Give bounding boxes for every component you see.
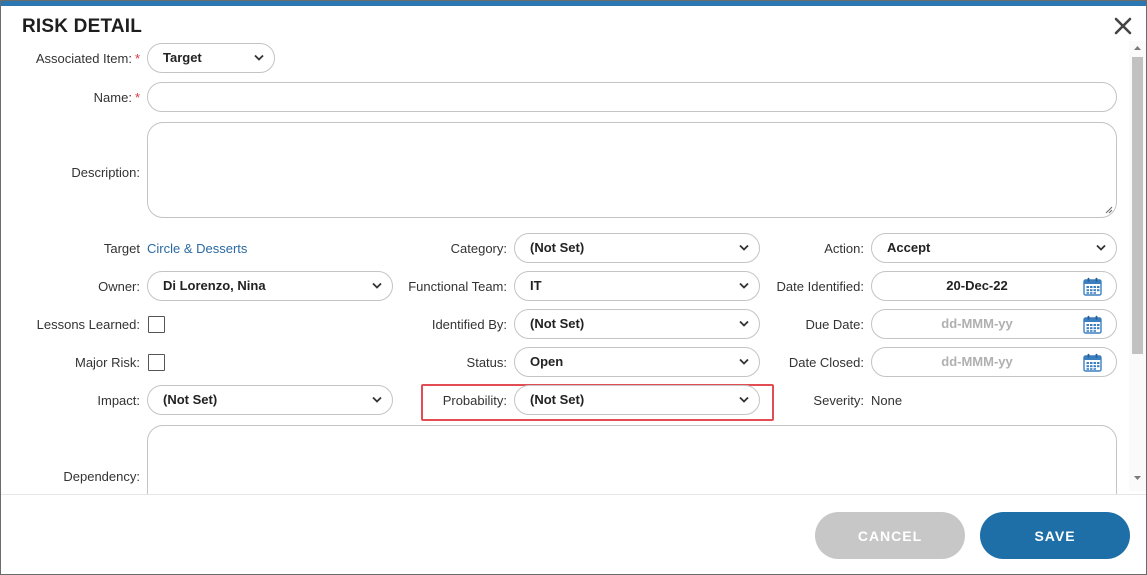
chevron-down-icon [739, 396, 749, 403]
functional-team-select[interactable]: IT [514, 271, 760, 301]
severity-value: None [871, 393, 903, 408]
status-select[interactable]: Open [514, 347, 760, 377]
description-textarea[interactable] [147, 122, 1117, 218]
date-identified-label: Date Identified: [776, 279, 864, 294]
chevron-down-icon [739, 282, 749, 289]
status-label: Status: [466, 355, 507, 370]
impact-label: Impact: [97, 393, 140, 408]
category-label: Category: [450, 241, 507, 256]
chevron-down-icon [739, 320, 749, 327]
associated-item-select[interactable]: Target [147, 43, 275, 73]
calendar-icon[interactable] [1083, 353, 1102, 372]
calendar-icon[interactable] [1083, 315, 1102, 334]
scroll-down-arrow-icon[interactable] [1132, 473, 1143, 483]
footer-divider [1, 494, 1146, 495]
severity-label: Severity: [813, 393, 864, 408]
close-icon[interactable] [1111, 14, 1135, 38]
chevron-down-icon [254, 54, 264, 61]
chevron-down-icon [739, 358, 749, 365]
owner-label: Owner: [98, 279, 140, 294]
chevron-down-icon [739, 244, 749, 251]
name-input[interactable] [147, 82, 1117, 112]
due-date-input[interactable]: dd-MMM-yy [871, 309, 1117, 339]
dialog-footer [1, 494, 1146, 574]
calendar-icon[interactable] [1083, 277, 1102, 296]
resize-handle-icon[interactable] [1105, 206, 1113, 214]
name-label: Name: * [93, 90, 140, 105]
scroll-up-arrow-icon[interactable] [1132, 43, 1143, 53]
category-select[interactable]: (Not Set) [514, 233, 760, 263]
date-identified-input[interactable]: 20-Dec-22 [871, 271, 1117, 301]
description-label: Description: [71, 165, 140, 180]
identified-by-label: Identified By: [431, 317, 507, 332]
dialog-top-accent-bar [1, 1, 1146, 6]
target-label: Target [103, 241, 140, 256]
scrollbar-thumb[interactable] [1132, 57, 1143, 354]
probability-select[interactable]: (Not Set) [514, 385, 760, 415]
risk-detail-dialog: RISK DETAIL Associated Item: * Target Nam… [0, 0, 1147, 575]
action-select[interactable]: Accept [871, 233, 1117, 263]
lessons-learned-label: Lessons Learned: [36, 317, 140, 332]
functional-team-label: Functional Team: [408, 279, 507, 294]
identified-by-select[interactable]: (Not Set) [514, 309, 760, 339]
action-label: Action: [824, 241, 864, 256]
dependency-label: Dependency: [63, 469, 140, 484]
chevron-down-icon [1096, 244, 1106, 251]
date-closed-label: Date Closed: [788, 355, 864, 370]
lessons-learned-checkbox[interactable] [148, 316, 165, 333]
target-link[interactable]: Circle & Desserts [147, 241, 247, 256]
save-button[interactable]: SAVE [980, 512, 1130, 559]
due-date-label: Due Date: [805, 317, 864, 332]
major-risk-label: Major Risk: [74, 355, 140, 370]
date-closed-input[interactable]: dd-MMM-yy [871, 347, 1117, 377]
associated-item-label: Associated Item: * [35, 51, 140, 66]
impact-select[interactable]: (Not Set) [147, 385, 393, 415]
owner-select[interactable]: Di Lorenzo, Nina [147, 271, 393, 301]
cancel-button[interactable]: CANCEL [815, 512, 965, 559]
probability-label: Probability: [442, 393, 507, 408]
major-risk-checkbox[interactable] [148, 354, 165, 371]
dialog-title: RISK DETAIL [22, 16, 143, 37]
